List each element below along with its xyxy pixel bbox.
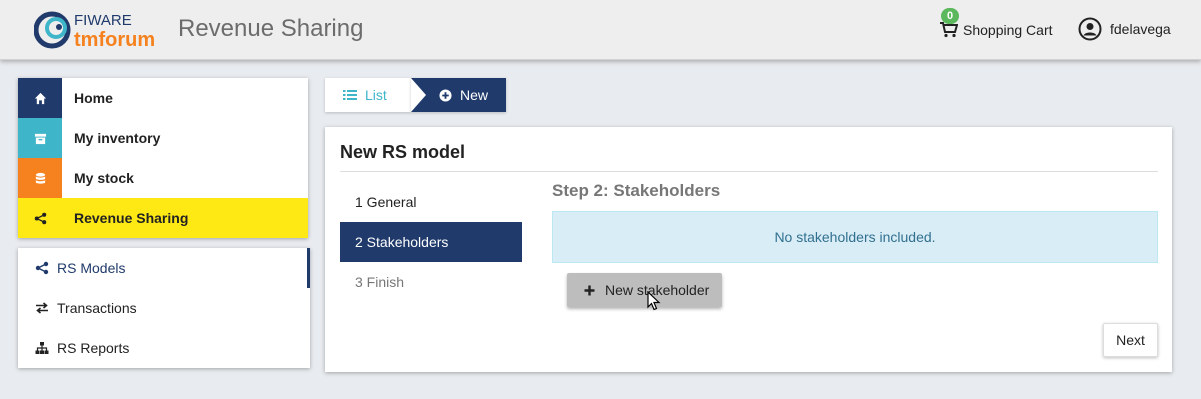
user-circle-icon (1078, 17, 1102, 41)
sidebar-item-my-inventory[interactable]: My inventory (18, 118, 308, 158)
breadcrumb-new-link[interactable]: New (411, 78, 506, 112)
share-icon (34, 212, 46, 224)
plus-icon (584, 285, 595, 295)
username: fdelavega (1110, 21, 1171, 37)
wizard-steps: 1 General 2 Stakeholders 3 Finish (340, 182, 522, 302)
mouse-cursor-icon (647, 291, 661, 311)
cart-count-badge: 0 (941, 8, 959, 24)
svg-text:tmforum: tmforum (74, 29, 155, 51)
step-title: Step 2: Stakeholders (552, 181, 721, 200)
new-rs-model-panel: New RS model 1 General 2 Stakeholders 3 … (325, 127, 1172, 372)
breadcrumb-new-label: New (460, 87, 489, 103)
sidebar-item-rs-reports[interactable]: RS Reports (18, 328, 310, 368)
sidebar-sub-nav: RS Models Transactions RS Reports (18, 248, 310, 368)
database-icon (35, 172, 45, 184)
sidebar-item-label: My inventory (74, 130, 161, 146)
sidebar-item-home[interactable]: Home (18, 78, 308, 118)
plus-circle-icon (439, 88, 452, 102)
home-icon (34, 92, 46, 104)
sidebar-main-nav: Home My inventory My stock Revenue Shari… (18, 78, 308, 238)
panel-divider (340, 171, 1158, 172)
next-button[interactable]: Next (1103, 323, 1158, 357)
cart-icon (940, 22, 958, 38)
app-title: Revenue Sharing (178, 15, 364, 42)
sidebar-item-transactions[interactable]: Transactions (18, 288, 310, 328)
svg-text:FIWARE: FIWARE (74, 12, 132, 29)
step-finish[interactable]: 3 Finish (340, 262, 522, 302)
no-stakeholders-alert: No stakeholders included. (552, 211, 1158, 263)
fiware-tmforum-logo[interactable]: FIWARE tmforum (34, 8, 170, 52)
sidebar-item-label: My stock (74, 170, 134, 186)
sidebar-item-label: Home (74, 90, 113, 106)
exchange-icon (36, 302, 48, 314)
sidebar-item-label: RS Reports (57, 340, 130, 356)
breadcrumb-list-link[interactable]: List (325, 78, 411, 112)
sidebar-item-my-stock[interactable]: My stock (18, 158, 308, 198)
sidebar-item-label: RS Models (57, 260, 126, 276)
list-icon (343, 90, 357, 100)
archive-icon (34, 133, 46, 144)
sidebar-item-label: Transactions (57, 300, 137, 316)
sidebar-item-label: Revenue Sharing (74, 210, 189, 226)
user-menu[interactable]: fdelavega (1078, 16, 1171, 42)
sidebar-item-rs-models[interactable]: RS Models (18, 248, 310, 288)
panel-title: New RS model (340, 142, 466, 162)
sitemap-icon (35, 342, 49, 354)
breadcrumb: List New (325, 78, 506, 112)
share-icon (35, 261, 49, 275)
new-stakeholder-button[interactable]: New stakeholder (567, 273, 722, 307)
step-stakeholders[interactable]: 2 Stakeholders (340, 222, 522, 262)
cart-label: Shopping Cart (963, 22, 1053, 38)
top-header: FIWARE tmforum Revenue Sharing 0 Shoppin… (0, 0, 1201, 60)
shopping-cart-button[interactable]: 0 Shopping Cart (940, 8, 1053, 42)
breadcrumb-list-label: List (365, 87, 387, 103)
sidebar-item-revenue-sharing[interactable]: Revenue Sharing (18, 198, 308, 238)
step-general[interactable]: 1 General (340, 182, 522, 222)
